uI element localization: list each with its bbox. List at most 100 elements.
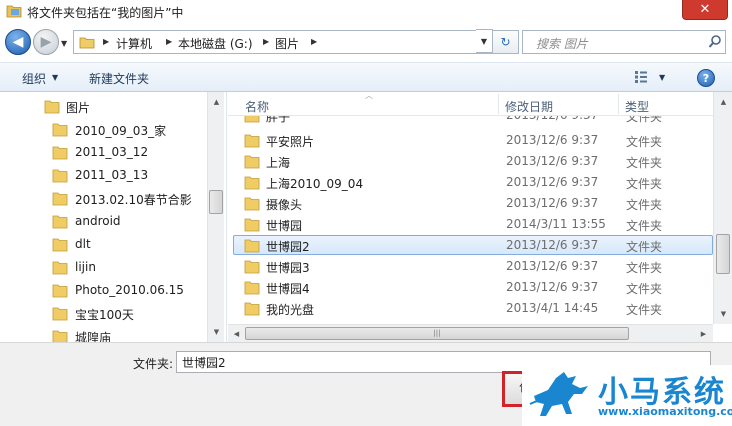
file-row-selected[interactable]: 世博园2 2013/12/6 9:37 文件夹 — [233, 235, 713, 255]
file-date: 2014/3/11 13:55 — [506, 217, 606, 231]
scrollbar-thumb[interactable]: ||| — [245, 327, 629, 340]
folder-field-label: 文件夹: — [133, 357, 174, 371]
address-dropdown-button[interactable]: ▼ — [476, 29, 493, 53]
column-divider[interactable] — [498, 94, 499, 114]
search-input[interactable]: 搜索 图片 — [522, 30, 726, 54]
scroll-down-icon[interactable]: ▼ — [209, 324, 224, 339]
help-button[interactable]: ? — [697, 69, 715, 87]
file-row[interactable]: 世博园3 2013/12/6 9:37 文件夹 — [233, 256, 713, 276]
scrollbar-thumb[interactable] — [716, 234, 730, 274]
file-name: 上海2010_09_04 — [266, 177, 364, 191]
sidebar-item-pictures[interactable]: 图片 — [0, 96, 207, 118]
arrow-right-icon: ▶ — [40, 34, 52, 50]
sidebar-item-label: 2013.02.10春节合影 — [75, 193, 192, 207]
arrow-left-icon: ◀ — [12, 34, 24, 50]
chevron-down-icon[interactable]: ▼ — [52, 73, 58, 82]
file-list-horizontal-scrollbar[interactable]: ◀ ||| ▶ — [228, 324, 713, 342]
navigation-pane: 图片 2010_09_03_家 2011_03_12 2011_03_13 20… — [0, 92, 227, 342]
view-options-icon[interactable] — [634, 70, 648, 84]
file-date: 2013/12/6 9:37 — [506, 259, 599, 273]
file-name: 摄像头 — [266, 198, 303, 212]
folder-icon — [244, 239, 260, 253]
sidebar-item-label: lijin — [75, 260, 96, 274]
scroll-up-icon[interactable]: ▲ — [209, 94, 224, 109]
sidebar-item[interactable]: Photo_2010.06.15 — [0, 280, 207, 302]
breadcrumb-local-disk[interactable]: 本地磁盘 (G:) — [178, 35, 253, 52]
folder-icon — [244, 134, 260, 148]
column-header-date[interactable]: 修改日期 — [505, 98, 553, 115]
file-list-vertical-scrollbar[interactable]: ▲ ▼ — [713, 92, 732, 324]
breadcrumb-separator-icon[interactable]: ▶ — [311, 37, 317, 46]
organize-button[interactable]: 组织 — [22, 70, 46, 87]
breadcrumb-pictures[interactable]: 图片 — [275, 35, 299, 52]
column-header-type[interactable]: 类型 — [625, 98, 649, 115]
scroll-right-icon[interactable]: ▶ — [696, 326, 711, 341]
sidebar-item-label: 2011_03_12 — [75, 145, 149, 159]
close-button[interactable]: ✕ — [682, 0, 728, 20]
breadcrumb-separator-icon[interactable]: ▶ — [103, 37, 109, 46]
sidebar-item[interactable]: 2010_09_03_家 — [0, 119, 207, 141]
sidebar-item[interactable]: 宝宝100天 — [0, 303, 207, 325]
window-title: 将文件夹包括在“我的图片”中 — [27, 6, 184, 20]
command-toolbar: 组织 ▼ 新建文件夹 ▼ ? — [0, 62, 732, 92]
breadcrumb-computer[interactable]: 计算机 — [116, 35, 152, 52]
new-folder-button[interactable]: 新建文件夹 — [89, 70, 149, 87]
file-date: 2013/12/6 9:37 — [506, 133, 599, 147]
chevron-down-icon[interactable]: ▼ — [659, 73, 665, 82]
breadcrumb-separator-icon[interactable]: ▶ — [263, 37, 269, 46]
sidebar-item[interactable]: dlt — [0, 234, 207, 256]
sidebar-item[interactable]: lijin — [0, 257, 207, 279]
file-type: 文件夹 — [626, 303, 663, 317]
dialog-footer: 文件夹: 包 小马系统 www.xiaomaxitong.com — [0, 342, 732, 426]
file-row[interactable]: 我的光盘 2013/4/1 14:45 文件夹 — [233, 298, 713, 318]
file-row[interactable]: 摄像头 2013/12/6 9:37 文件夹 — [233, 193, 713, 213]
sidebar-item[interactable]: 城隍庙 — [0, 326, 207, 342]
sidebar-item[interactable]: 2011_03_13 — [0, 165, 207, 187]
folder-icon — [52, 192, 68, 206]
sidebar-item-label: Photo_2010.06.15 — [75, 283, 184, 297]
folder-icon — [52, 123, 68, 137]
breadcrumb-separator-icon[interactable]: ▶ — [166, 37, 172, 46]
folder-icon — [244, 176, 260, 190]
file-name: 世博园3 — [266, 261, 310, 275]
sidebar-item-label: dlt — [75, 237, 91, 251]
refresh-button[interactable]: ↻ — [493, 30, 519, 54]
file-row[interactable]: 上海2010_09_04 2013/12/6 9:37 文件夹 — [233, 172, 713, 192]
file-row[interactable]: 平安照片 2013/12/6 9:37 文件夹 — [233, 130, 713, 150]
file-row[interactable]: 世博园 2014/3/11 13:55 文件夹 — [233, 214, 713, 234]
folder-icon — [244, 218, 260, 232]
column-header-row: ︿ 名称 修改日期 类型 — [228, 92, 713, 116]
file-list-pane: ︿ 名称 修改日期 类型 胖子 2013/12/6 9:37 文件夹 ︿ 名称 … — [228, 92, 732, 342]
scroll-down-icon[interactable]: ▼ — [716, 306, 731, 321]
sidebar-item[interactable]: 2013.02.10春节合影 — [0, 188, 207, 210]
history-dropdown-icon[interactable]: ▼ — [61, 39, 67, 48]
file-date: 2013/4/1 14:45 — [506, 301, 599, 315]
file-row[interactable]: 世博园4 2013/12/6 9:37 文件夹 — [233, 277, 713, 297]
folder-icon — [244, 302, 260, 316]
column-header-name[interactable]: 名称 — [245, 98, 269, 115]
forward-button[interactable]: ▶ — [33, 29, 59, 55]
file-type: 文件夹 — [626, 261, 663, 275]
scroll-up-icon[interactable]: ▲ — [716, 94, 731, 109]
scroll-left-icon[interactable]: ◀ — [229, 326, 244, 341]
file-row[interactable]: 上海 2013/12/6 9:37 文件夹 — [233, 151, 713, 171]
search-icon[interactable] — [708, 34, 722, 50]
sidebar-item[interactable]: android — [0, 211, 207, 233]
file-type: 文件夹 — [626, 282, 663, 296]
scrollbar-thumb[interactable] — [209, 190, 223, 214]
folder-icon — [52, 261, 68, 275]
file-date: 2013/12/6 9:37 — [506, 196, 599, 210]
file-name: 世博园4 — [266, 282, 310, 296]
back-button[interactable]: ◀ — [5, 29, 31, 55]
column-divider[interactable] — [618, 94, 619, 114]
address-bar[interactable]: ▶ 计算机 ▶ 本地磁盘 (G:) ▶ 图片 ▶ — [73, 30, 493, 54]
sidebar-scrollbar[interactable]: ▲ ▼ — [207, 92, 224, 342]
sidebar-item-label: 宝宝100天 — [75, 308, 134, 322]
folder-icon — [6, 5, 22, 18]
sidebar-item[interactable]: 2011_03_12 — [0, 142, 207, 164]
sidebar-item-label: 图片 — [66, 101, 91, 115]
file-name: 平安照片 — [266, 135, 315, 149]
sidebar-item-label: 2010_09_03_家 — [75, 124, 167, 138]
refresh-icon: ↻ — [500, 35, 511, 49]
file-type: 文件夹 — [626, 198, 663, 212]
